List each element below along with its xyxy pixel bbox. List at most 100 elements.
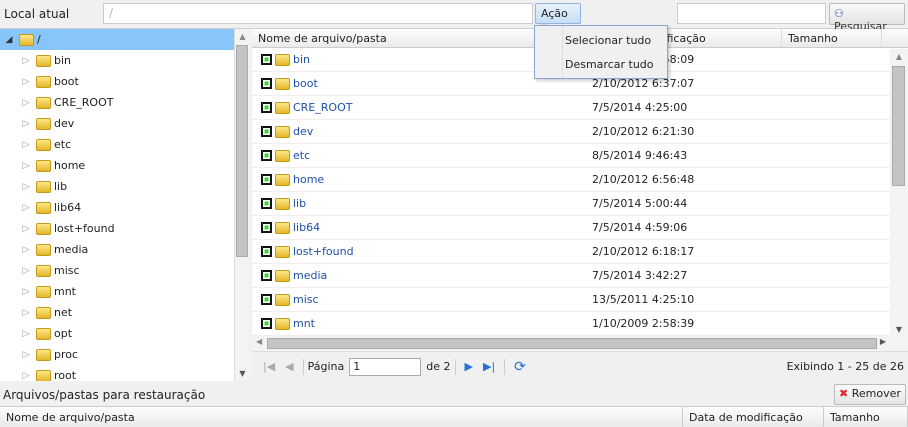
folder-link[interactable]: media	[293, 269, 327, 282]
tree-item[interactable]: ▷ dev	[0, 113, 249, 134]
tree-item[interactable]: ▷ proc	[0, 344, 249, 365]
tree-item[interactable]: ▷ lost+found	[0, 218, 249, 239]
selection-checkbox[interactable]	[261, 54, 272, 65]
tree-item[interactable]: ▷ root	[0, 365, 249, 381]
tree-item[interactable]: ▷ bin	[0, 50, 249, 71]
selection-checkbox[interactable]	[261, 102, 272, 113]
collapsed-arrow-icon[interactable]: ▷	[21, 329, 31, 339]
tree-item[interactable]: ▷ lib64	[0, 197, 249, 218]
tree-item-label: dev	[54, 117, 75, 130]
action-dropdown-button[interactable]: Ação ▼	[535, 3, 581, 32]
tree-item[interactable]: ▷ home	[0, 155, 249, 176]
tree-item[interactable]: ▷ etc	[0, 134, 249, 155]
grid-scroll-thumb[interactable]	[892, 66, 905, 186]
collapsed-arrow-icon[interactable]: ▷	[21, 245, 31, 255]
collapsed-arrow-icon[interactable]: ▷	[21, 350, 31, 360]
selection-checkbox[interactable]	[261, 270, 272, 281]
selection-checkbox[interactable]	[261, 174, 272, 185]
collapsed-arrow-icon[interactable]: ▷	[21, 119, 31, 129]
collapsed-arrow-icon[interactable]: ▷	[21, 308, 31, 318]
scroll-down-icon: ▼	[239, 369, 246, 378]
next-page-icon[interactable]: ▶	[465, 360, 473, 373]
collapsed-arrow-icon[interactable]: ▷	[21, 98, 31, 108]
folder-link[interactable]: lib64	[293, 221, 320, 234]
selection-checkbox[interactable]	[261, 150, 272, 161]
tree-item[interactable]: ▷ net	[0, 302, 249, 323]
tree-item[interactable]: ▷ lib	[0, 176, 249, 197]
selection-checkbox[interactable]	[261, 222, 272, 233]
menu-item-select-all[interactable]: Selecionar tudo	[565, 34, 651, 47]
table-row[interactable]: lib64 7/5/2014 4:59:06	[252, 216, 908, 240]
tree-item[interactable]: ▷ mnt	[0, 281, 249, 302]
restore-column-name[interactable]: Nome de arquivo/pasta	[0, 407, 683, 427]
folder-link[interactable]: mnt	[293, 317, 315, 330]
folder-icon	[36, 348, 51, 361]
table-row[interactable]: misc 13/5/2011 4:25:10	[252, 288, 908, 312]
table-row[interactable]: home 2/10/2012 6:56:48	[252, 168, 908, 192]
selection-checkbox[interactable]	[261, 78, 272, 89]
first-page-icon[interactable]: |◀	[263, 360, 275, 373]
modified-date: 7/5/2014 4:25:00	[592, 101, 688, 114]
selection-checkbox[interactable]	[261, 246, 272, 257]
page-number-input[interactable]: 1	[349, 357, 422, 376]
restore-column-date[interactable]: Data de modificação	[683, 407, 824, 427]
tree-item[interactable]: ▷ opt	[0, 323, 249, 344]
last-page-icon[interactable]: ▶|	[483, 360, 495, 373]
folder-link[interactable]: dev	[293, 125, 313, 138]
remove-button[interactable]: ✖ Remover	[834, 384, 906, 405]
modified-date: 13/5/2011 4:25:10	[592, 293, 695, 306]
collapsed-arrow-icon[interactable]: ▷	[21, 224, 31, 234]
tree-item-label: /	[37, 33, 41, 46]
search-button[interactable]: ⚇ Pesquisar	[829, 3, 905, 33]
table-row[interactable]: mnt 1/10/2009 2:58:39	[252, 312, 908, 336]
menu-item-deselect-all[interactable]: Desmarcar tudo	[565, 58, 654, 71]
table-row[interactable]: lib 7/5/2014 5:00:44	[252, 192, 908, 216]
selection-checkbox[interactable]	[261, 126, 272, 137]
tree-item[interactable]: ▷ media	[0, 239, 249, 260]
table-row[interactable]: dev 2/10/2012 6:21:30	[252, 120, 908, 144]
collapsed-arrow-icon[interactable]: ▷	[21, 182, 31, 192]
search-input[interactable]	[677, 3, 826, 24]
grid-hscroll-thumb[interactable]	[267, 338, 877, 349]
tree-item-label: net	[54, 306, 73, 319]
folder-link[interactable]: lost+found	[293, 245, 354, 258]
collapsed-arrow-icon[interactable]: ▷	[21, 56, 31, 66]
collapsed-arrow-icon[interactable]: ▷	[21, 77, 31, 87]
folder-link[interactable]: lib	[293, 197, 306, 210]
restore-section-title: Arquivos/pastas para restauração	[3, 388, 206, 402]
selection-checkbox[interactable]	[261, 294, 272, 305]
tree-scroll-thumb[interactable]	[236, 45, 248, 257]
selection-checkbox[interactable]	[261, 318, 272, 329]
restore-column-size[interactable]: Tamanho	[824, 407, 908, 427]
column-header-size[interactable]: Tamanho	[782, 29, 882, 47]
folder-link[interactable]: boot	[293, 77, 318, 90]
tree-item[interactable]: ▷ CRE_ROOT	[0, 92, 249, 113]
tree-item-root[interactable]: ◢ /	[0, 29, 249, 50]
path-input[interactable]: /	[103, 3, 533, 24]
tree-item-label: proc	[54, 348, 79, 361]
collapsed-arrow-icon[interactable]: ▷	[21, 203, 31, 213]
refresh-icon[interactable]: ⟳	[514, 359, 526, 375]
table-row[interactable]: etc 8/5/2014 9:46:43	[252, 144, 908, 168]
tree-item[interactable]: ▷ misc	[0, 260, 249, 281]
folder-link[interactable]: misc	[293, 293, 319, 306]
page-label: Página	[307, 360, 345, 373]
table-row[interactable]: CRE_ROOT 7/5/2014 4:25:00	[252, 96, 908, 120]
selection-checkbox[interactable]	[261, 198, 272, 209]
table-row[interactable]: media 7/5/2014 3:42:27	[252, 264, 908, 288]
folder-link[interactable]: home	[293, 173, 324, 186]
collapsed-arrow-icon[interactable]: ▷	[21, 140, 31, 150]
prev-page-icon[interactable]: ◀	[285, 360, 293, 373]
folder-link[interactable]: bin	[293, 53, 310, 66]
tree-item[interactable]: ▷ boot	[0, 71, 249, 92]
tree-item-label: home	[54, 159, 86, 172]
table-row[interactable]: lost+found 2/10/2012 6:18:17	[252, 240, 908, 264]
folder-link[interactable]: CRE_ROOT	[293, 101, 352, 114]
folder-tree[interactable]: ◢ / ▷ bin ▷ boot ▷ CRE_ROOT ▷ dev ▷ etc ▷ home ▷ lib ▷ l…	[0, 29, 250, 381]
separator	[504, 358, 506, 375]
folder-link[interactable]: etc	[293, 149, 310, 162]
collapsed-arrow-icon[interactable]: ▷	[21, 266, 31, 276]
collapsed-arrow-icon[interactable]: ▷	[21, 287, 31, 297]
collapsed-arrow-icon[interactable]: ▷	[21, 371, 31, 381]
collapsed-arrow-icon[interactable]: ▷	[21, 161, 31, 171]
